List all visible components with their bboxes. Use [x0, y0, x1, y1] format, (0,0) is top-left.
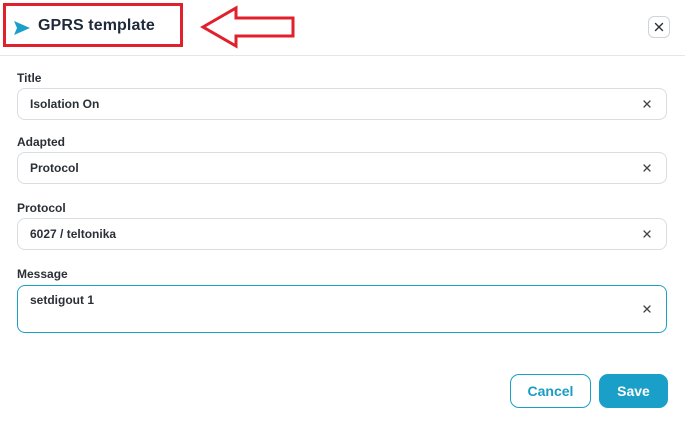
save-button[interactable]: Save — [599, 374, 668, 408]
protocol-field[interactable]: 6027 / teltonika — [17, 218, 667, 250]
protocol-label: Protocol — [17, 201, 66, 215]
send-icon — [14, 21, 30, 35]
dialog-header: GPRS template — [0, 0, 685, 56]
close-icon — [654, 22, 664, 32]
gprs-template-dialog: GPRS template Title Isolation On Adapted… — [0, 0, 685, 424]
clear-icon[interactable] — [642, 99, 652, 109]
clear-icon[interactable] — [642, 304, 652, 314]
dialog-title: GPRS template — [38, 17, 155, 34]
message-label: Message — [17, 267, 68, 281]
adapted-field[interactable]: Protocol — [17, 152, 667, 184]
protocol-value: 6027 / teltonika — [30, 227, 117, 241]
title-label: Title — [17, 71, 42, 85]
annotation-arrow-icon — [200, 5, 295, 49]
adapted-label: Adapted — [17, 135, 65, 149]
cancel-button[interactable]: Cancel — [510, 374, 591, 408]
title-field[interactable]: Isolation On — [17, 88, 667, 120]
message-value: setdigout 1 — [30, 293, 95, 307]
message-textarea[interactable]: setdigout 1 — [17, 285, 667, 333]
clear-icon[interactable] — [642, 229, 652, 239]
clear-icon[interactable] — [642, 163, 652, 173]
close-button[interactable] — [648, 16, 670, 38]
adapted-value: Protocol — [30, 161, 79, 175]
title-value: Isolation On — [30, 97, 100, 111]
